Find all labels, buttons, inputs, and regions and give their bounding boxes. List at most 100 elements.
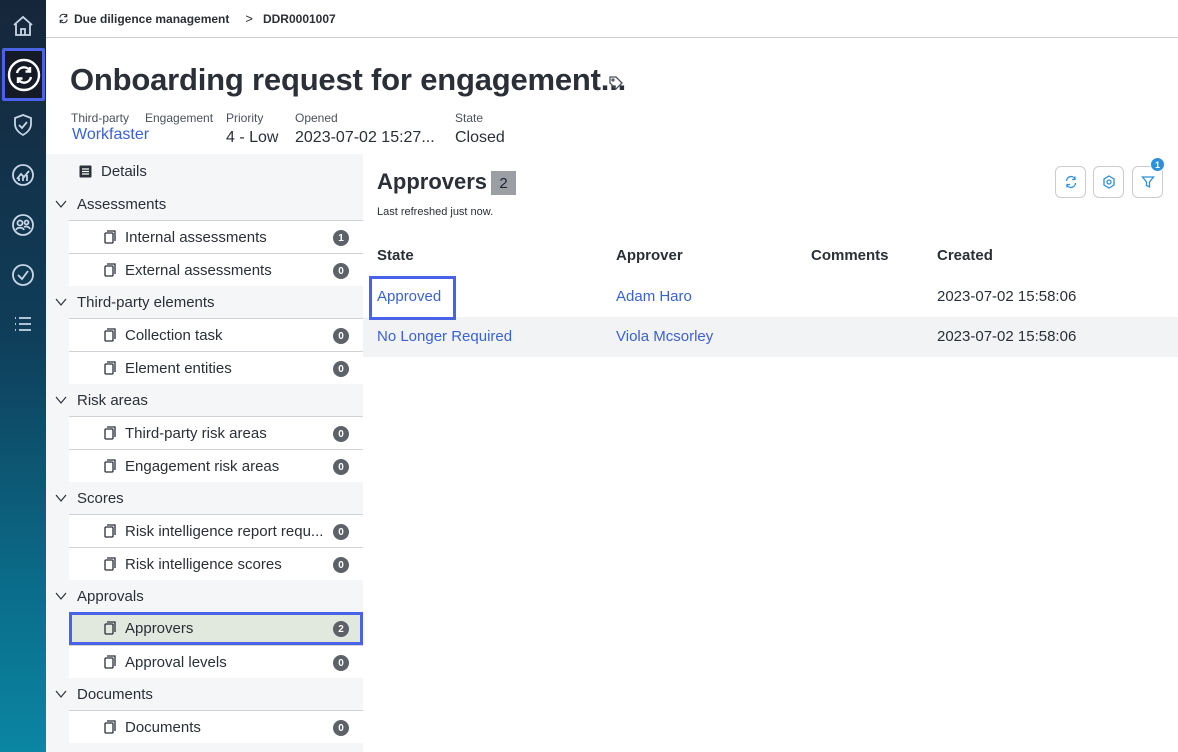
count-badge: 0 [333,263,349,279]
tree-item-label: External assessments [125,261,272,279]
tree-item-element-entities[interactable]: Element entities 0 [69,351,363,384]
document-icon [104,655,116,669]
refresh-status: Last refreshed just now. [377,206,494,218]
created-cell: 2023-07-02 15:58:06 [937,328,1077,345]
priority-label: Priority [226,111,264,125]
count-badge: 0 [333,655,349,671]
state-value: Closed [455,129,505,146]
tree-item-approval-levels[interactable]: Approval levels 0 [69,645,363,678]
breadcrumb-record: DDR0001007 [262,11,336,26]
focus-highlight [369,276,456,320]
column-header-created[interactable]: Created [937,247,993,264]
related-lists-tree: Details Assessments Internal assessments 1… [46,154,363,752]
list-icon[interactable] [0,302,46,346]
count-badge: 1 [333,230,349,246]
sync-small-icon [59,13,68,24]
tree-item-label: Risk intelligence scores [125,555,282,573]
tree-group-label: Documents [77,685,153,703]
third-party-link[interactable]: Workfaster [72,126,149,144]
analytics-icon[interactable] [0,153,46,197]
settings-button[interactable] [1093,166,1124,198]
count-badge: 0 [333,361,349,377]
document-icon [104,621,116,635]
check-circle-icon[interactable] [0,253,46,297]
column-header-approver[interactable]: Approver [616,247,683,264]
chevron-down-icon [55,690,67,698]
document-icon [104,328,116,342]
refresh-icon [1065,175,1076,189]
opened-label: Opened [295,111,338,125]
tree-item-label: Approvers [125,620,194,637]
shield-check-icon[interactable] [0,103,46,147]
tree-item-label: Details [101,162,147,180]
gear-icon [1102,175,1115,189]
sync-icon[interactable] [2,48,45,101]
filter-icon [1140,176,1155,189]
state-link[interactable]: No Longer Required [377,328,512,345]
tree-item-risk-intelligence-report-requ[interactable]: Risk intelligence report requ... 0 [69,514,363,547]
column-header-comments[interactable]: Comments [811,247,889,264]
tree-group-third-party-elements[interactable]: Third-party elements [46,286,363,318]
count-badge: 0 [333,524,349,540]
page-title: Onboarding request for engagement... [70,62,627,97]
document-icon [104,459,116,473]
table-row: No Longer Required Viola Mcsorley 2023-0… [363,317,1178,357]
chevron-down-icon [55,592,67,600]
tree-item-collection-task[interactable]: Collection task 0 [69,318,363,351]
tree-item-third-party-risk-areas[interactable]: Third-party risk areas 0 [69,416,363,449]
tree-item-internal-assessments[interactable]: Internal assessments 1 [69,220,363,253]
chevron-down-icon [55,200,67,208]
breadcrumb: Due diligence management > DDR0001007 [46,0,1178,38]
tree-item-external-assessments[interactable]: External assessments 0 [69,253,363,286]
document-icon [104,263,116,277]
home-icon[interactable] [0,4,46,48]
count-badge: 0 [333,557,349,573]
tree-item-documents[interactable]: Documents 0 [69,710,363,743]
tree-group-label: Assessments [77,195,167,213]
tree-item-approvers[interactable]: Approvers 2 [69,612,363,645]
tree-item-label: Third-party risk areas [125,424,267,442]
approver-link[interactable]: Adam Haro [616,288,692,305]
details-icon [79,165,92,177]
tree-item-label: Element entities [125,359,232,377]
tree-group-assessments[interactable]: Assessments [46,188,363,220]
tree-item-details[interactable]: Details [46,154,363,188]
document-icon [104,557,116,571]
tree-group-label: Approvals [77,587,144,605]
app-navigation-rail [0,0,46,752]
tree-item-label: Internal assessments [125,228,267,246]
people-icon[interactable] [0,203,46,247]
tree-group-risk-areas[interactable]: Risk areas [46,384,363,416]
chevron-down-icon [55,494,67,502]
count-badge: 0 [333,459,349,475]
tree-item-label: Collection task [125,326,223,344]
table-row: Approved Adam Haro 2023-07-02 15:58:06 [363,277,1178,317]
document-icon [104,524,116,538]
tag-icon[interactable] [608,75,624,91]
tree-group-approvals[interactable]: Approvals [46,580,363,612]
tree-item-label: Engagement risk areas [125,457,280,475]
created-cell: 2023-07-02 15:58:06 [937,288,1077,305]
tree-group-documents[interactable]: Documents [46,678,363,710]
document-icon [104,230,116,244]
tree-item-engagement-risk-areas[interactable]: Engagement risk areas 0 [69,449,363,482]
opened-value: 2023-07-02 15:27... [295,129,435,146]
tree-group-scores[interactable]: Scores [46,482,363,514]
tree-item-label: Risk intelligence report requ... [125,522,324,540]
column-header-state[interactable]: State [377,247,414,264]
breadcrumb-separator: > [245,11,253,26]
tree-item-risk-intelligence-scores[interactable]: Risk intelligence scores 0 [69,547,363,580]
chevron-down-icon [55,396,67,404]
approver-link[interactable]: Viola Mcsorley [616,328,713,345]
tree-group-label: Risk areas [77,391,148,409]
breadcrumb-module[interactable]: Due diligence management [74,12,229,26]
refresh-button[interactable] [1055,166,1086,198]
count-badge: 0 [333,426,349,442]
third-party-label: Third-party [71,111,130,125]
count-badge: 2 [333,621,349,637]
priority-value: 4 - Low [226,129,279,146]
state-label: State [455,111,484,125]
tree-group-label: Scores [77,489,124,507]
tree-item-label: Documents [125,718,201,736]
tree-item-label: Approval levels [125,653,227,671]
